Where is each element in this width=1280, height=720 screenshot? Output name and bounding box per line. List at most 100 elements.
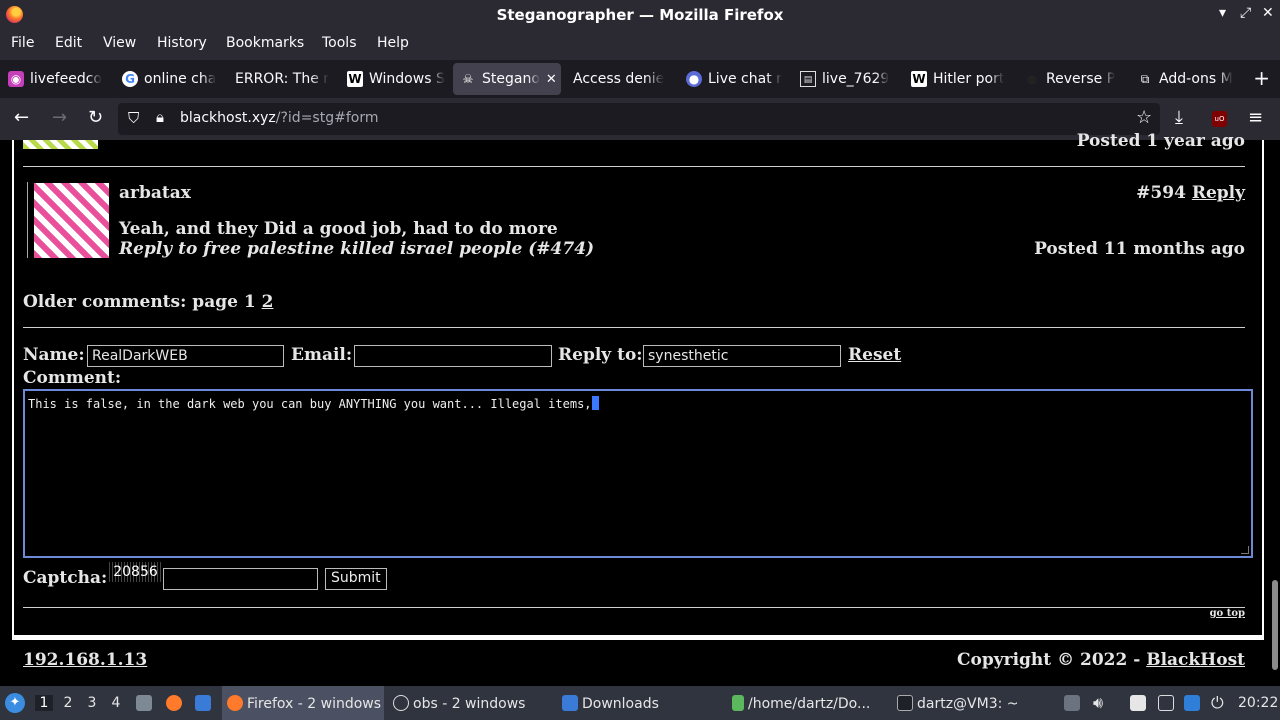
tab-error[interactable]: ERROR: The r [235, 63, 335, 95]
workspace-1[interactable]: 1 [35, 695, 53, 711]
start-menu-icon[interactable]: ✦ [5, 693, 25, 713]
avatar [34, 183, 109, 258]
new-tab-button[interactable]: + [1253, 66, 1270, 90]
wikipedia-icon: W [911, 71, 927, 87]
previous-avatar [23, 140, 98, 149]
email-label: Email: [291, 345, 353, 365]
reply-to-link[interactable]: Reply to free palestine killed israel pe… [119, 239, 594, 259]
pagination: Older comments: page 1 2 [23, 292, 274, 312]
email-input[interactable] [354, 345, 552, 367]
wikipedia-icon: W [347, 71, 363, 87]
tab-live-7629[interactable]: ▤ live_7629 [800, 63, 900, 95]
url-text[interactable]: blackhost.xyz/?id=stg#form [180, 110, 378, 126]
taskbar-file-manager[interactable]: /home/dartz/Do... [732, 695, 870, 712]
skull-icon: ☠ [462, 72, 474, 86]
bookmark-star-icon[interactable]: ☆ [1136, 108, 1152, 128]
tab-addons[interactable]: ⧉ Add-ons M [1137, 63, 1237, 95]
page-icon: ▤ [800, 71, 816, 87]
menu-file[interactable]: File [11, 35, 34, 51]
firefox-launcher-icon[interactable] [166, 695, 182, 711]
ublock-icon[interactable]: uO [1212, 111, 1227, 127]
tab-steganographer[interactable]: ☠ Stegano ✕ [453, 63, 561, 95]
lock-icon[interactable]: 🔒︎ [156, 108, 164, 126]
network-tray-icon[interactable] [1184, 695, 1200, 711]
downloads-icon[interactable]: ⤓ [1175, 108, 1183, 128]
volume-icon[interactable]: 🔊︎ [1093, 693, 1103, 713]
menu-view[interactable]: View [103, 35, 136, 51]
reply-to-label: Reply to: [558, 345, 643, 365]
forward-icon[interactable]: → [52, 108, 67, 128]
terminal-icon [897, 695, 913, 711]
go-top-link[interactable]: go top [1210, 608, 1245, 619]
live-feed-icon: ◉ [8, 71, 24, 87]
menu-history[interactable]: History [157, 35, 207, 51]
blackhost-link[interactable]: BlackHost [1146, 650, 1245, 670]
menu-help[interactable]: Help [377, 35, 409, 51]
tab-hitler-port[interactable]: W Hitler port [911, 63, 1011, 95]
back-icon[interactable]: ← [14, 108, 29, 128]
clock: 20:22 [1238, 695, 1279, 711]
tab-windows[interactable]: W Windows S [347, 63, 447, 95]
reset-link[interactable]: Reset [848, 345, 901, 365]
user-icon: ● [1026, 72, 1038, 86]
google-icon: G [122, 71, 138, 87]
comment-number[interactable]: #594 [1136, 183, 1186, 203]
comment-author: arbatax [119, 183, 191, 203]
chat-icon: ● [686, 71, 702, 87]
reply-link[interactable]: Reply [1192, 183, 1245, 203]
workspace-3[interactable]: 3 [83, 695, 101, 711]
comment-textarea[interactable]: This is false, in the dark web you can b… [23, 389, 1253, 558]
taskbar-terminal[interactable]: dartz@VM3: ~ [897, 695, 1019, 712]
text-cursor [591, 396, 599, 410]
previous-post-date: Posted 1 year ago [1076, 131, 1245, 151]
footer-ip-link[interactable]: 192.168.1.13 [23, 650, 147, 670]
files-launcher-icon[interactable] [136, 695, 152, 711]
tab-online-chat[interactable]: G online cha [122, 63, 222, 95]
comment-label: Comment: [23, 368, 122, 388]
tab-bar: ◉ livefeedco G online cha ERROR: The r W… [0, 60, 1280, 98]
tab-reverse[interactable]: ● Reverse P [1024, 63, 1124, 95]
menu-tools[interactable]: Tools [322, 35, 357, 51]
captcha-input[interactable] [163, 568, 318, 590]
menu-bookmarks[interactable]: Bookmarks [226, 35, 304, 51]
comment-meta: #594 Reply [1136, 183, 1245, 203]
divider [23, 166, 1245, 167]
workspace-4[interactable]: 4 [107, 695, 125, 711]
menu-edit[interactable]: Edit [55, 35, 82, 51]
taskbar-obs[interactable]: obs - 2 windows [393, 695, 525, 712]
minimize-icon[interactable]: ▾ [1219, 5, 1226, 21]
clipboard-tray-icon[interactable] [1064, 695, 1080, 711]
hamburger-menu-icon[interactable]: ≡ [1248, 108, 1263, 128]
reload-icon[interactable]: ↻ [88, 108, 103, 128]
captcha-label: Captcha: [23, 568, 108, 588]
window-title: Steganographer — Mozilla Firefox [496, 6, 784, 24]
submit-button[interactable]: Submit [325, 568, 387, 590]
name-label: Name: [23, 345, 85, 365]
tab-access-denied[interactable]: Access denie [573, 63, 673, 95]
close-tab-icon[interactable]: ✕ [546, 72, 557, 87]
tab-live-chat[interactable]: ● Live chat r [686, 63, 786, 95]
taskbar-downloads[interactable]: Downloads [562, 695, 659, 712]
close-icon[interactable]: ✕ [1262, 5, 1274, 21]
page-scrollbar[interactable] [1272, 580, 1278, 670]
power-icon[interactable]: ⏻ [1211, 693, 1224, 713]
title-bar: Steganographer — Mozilla Firefox ▾ ⤢ ✕ [0, 0, 1280, 30]
shield-icon[interactable]: ⛉ [128, 109, 139, 127]
workspace-2[interactable]: 2 [59, 695, 77, 711]
resize-grip-icon[interactable] [1241, 546, 1249, 554]
notes-tray-icon[interactable] [1130, 695, 1146, 711]
maximize-icon[interactable]: ⤢ [1240, 5, 1251, 21]
taskbar-firefox[interactable]: Firefox - 2 windows [222, 686, 384, 720]
page-2-link[interactable]: 2 [262, 292, 274, 312]
tab-livefeed[interactable]: ◉ livefeedco [8, 63, 108, 95]
desktop-launcher-icon[interactable] [195, 695, 211, 711]
reply-to-input[interactable] [643, 345, 841, 367]
taskbar: ✦ 1 2 3 4 Firefox - 2 windows obs - 2 wi… [0, 686, 1280, 720]
url-bar[interactable]: ⛉ 🔒︎ blackhost.xyz/?id=stg#form [118, 103, 1160, 135]
page-content: Posted 1 year ago arbatax #594 Reply Yea… [0, 131, 1280, 686]
display-tray-icon[interactable] [1158, 695, 1174, 711]
name-input[interactable] [87, 345, 284, 367]
firefox-icon [227, 695, 243, 711]
footer-copyright: Copyright © 2022 - BlackHost [957, 650, 1245, 670]
obs-icon [393, 695, 409, 711]
